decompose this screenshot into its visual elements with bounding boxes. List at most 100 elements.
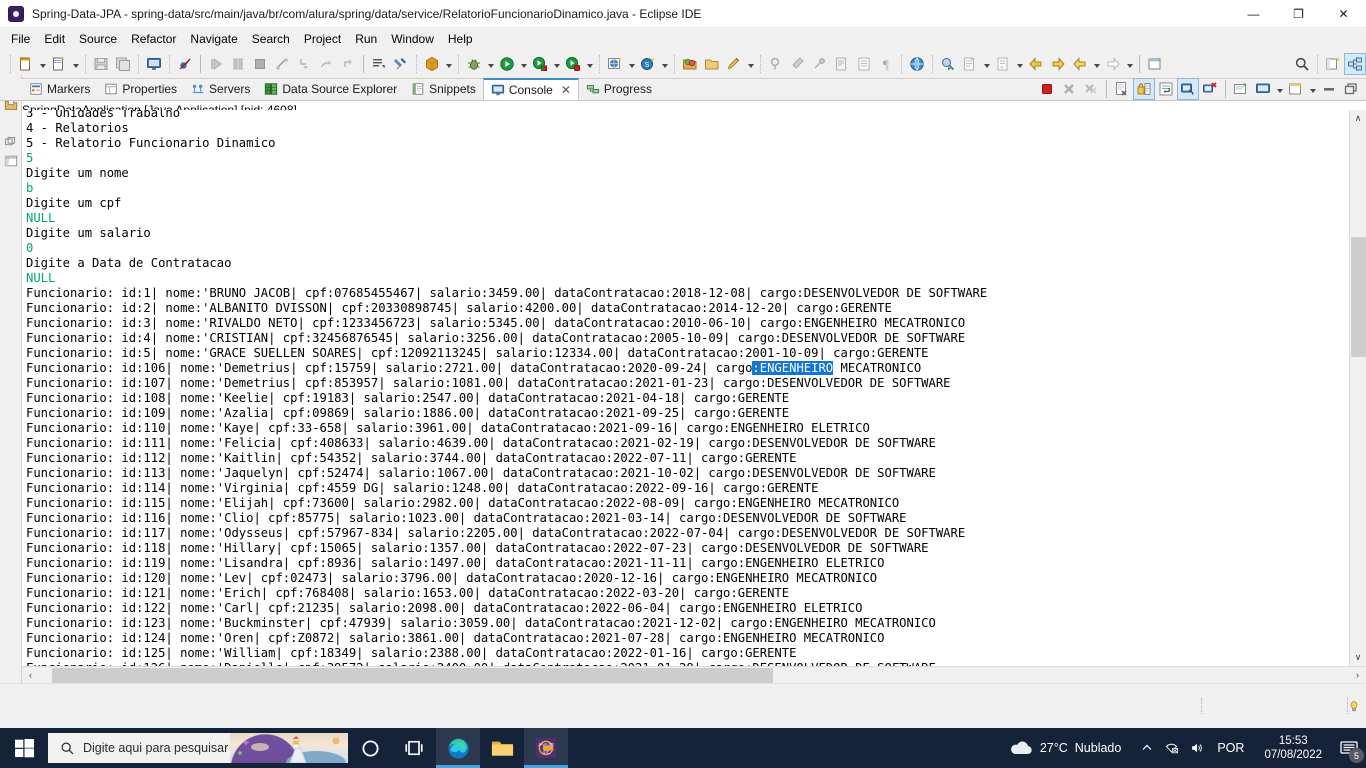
notification-icon[interactable]: 5 (1332, 728, 1366, 768)
scroll-left-button[interactable]: ‹ (22, 667, 39, 684)
tab-markers[interactable]: Markers (22, 78, 97, 100)
previous-edit-dropdown-icon[interactable] (1014, 53, 1025, 75)
terminate-console-icon[interactable] (1036, 78, 1058, 100)
menu-navigate[interactable]: Navigate (183, 30, 244, 48)
new-wizard-dropdown-icon[interactable] (37, 53, 48, 75)
console-vertical-scrollbar[interactable]: ∧ ∨ (1349, 110, 1366, 666)
volume-icon[interactable] (1184, 741, 1209, 755)
run-last-tool-icon[interactable] (562, 53, 584, 75)
new-web-project-dropdown-icon[interactable] (626, 53, 637, 75)
horizontal-scroll-thumb[interactable] (52, 667, 773, 683)
back-history-icon[interactable] (1025, 53, 1047, 75)
open-task-icon[interactable] (701, 53, 723, 75)
new-console-view-icon[interactable] (1285, 78, 1307, 100)
open-perspective-icon[interactable] (1322, 53, 1344, 75)
scroll-down-button[interactable]: ∨ (1350, 649, 1366, 666)
run-coverage-dropdown-icon[interactable] (551, 53, 562, 75)
show-console-on-output-icon[interactable] (1177, 78, 1199, 100)
menu-edit[interactable]: Edit (37, 30, 72, 48)
new-spring-starter-icon[interactable]: S (637, 53, 659, 75)
tab-snippets[interactable]: Snippets (404, 78, 483, 100)
tab-properties[interactable]: Properties (97, 78, 184, 100)
maven-build-icon[interactable] (421, 53, 443, 75)
tip-of-the-day-icon[interactable] (1348, 699, 1360, 714)
new-java-class-icon[interactable] (48, 53, 70, 75)
tab-console[interactable]: Console ✕ (482, 78, 579, 100)
show-console-on-error-icon[interactable] (1199, 78, 1221, 100)
menu-run[interactable]: Run (348, 30, 384, 48)
tab-data-source-explorer[interactable]: Data Source Explorer (257, 78, 404, 100)
open-type-icon[interactable] (679, 53, 701, 75)
run-icon[interactable] (496, 53, 518, 75)
eclipse-ide-icon[interactable]: JAVA EE IDE (524, 728, 568, 768)
menu-refactor[interactable]: Refactor (124, 30, 183, 48)
microsoft-edge-icon[interactable] (436, 728, 480, 768)
weather-temperature[interactable]: 27°C (1040, 741, 1068, 755)
edit-task-icon[interactable] (723, 53, 745, 75)
maximize-button[interactable]: ❐ (1276, 0, 1321, 28)
run-last-tool-dropdown-icon[interactable] (584, 53, 595, 75)
restore-view-icon-bottom[interactable] (0, 131, 21, 151)
build-all-icon[interactable] (390, 53, 412, 75)
scroll-up-button[interactable]: ∧ (1350, 110, 1366, 127)
maximize-view-icon[interactable] (1340, 78, 1362, 100)
new-window-icon[interactable] (1144, 53, 1166, 75)
taskbar-clock[interactable]: 15:53 07/08/2022 (1254, 734, 1332, 762)
display-selected-console-dropdown-icon[interactable] (1274, 78, 1285, 100)
menu-help[interactable]: Help (441, 30, 480, 48)
minimize-view-icon[interactable] (1318, 78, 1340, 100)
chevron-up-icon[interactable] (1135, 742, 1159, 754)
cortana-icon[interactable] (348, 728, 392, 768)
weather-condition[interactable]: Nublado (1075, 741, 1122, 755)
new-java-class-dropdown-icon[interactable] (70, 53, 81, 75)
selected-text[interactable]: :ENGENHEIRO (752, 361, 834, 375)
outline-view-icon[interactable] (0, 151, 21, 171)
menu-project[interactable]: Project (297, 30, 348, 48)
search-references-icon[interactable] (937, 53, 959, 75)
console-horizontal-scrollbar[interactable]: ‹ › (22, 666, 1366, 683)
close-button[interactable]: ✕ (1321, 0, 1366, 28)
next-annotation-icon[interactable] (368, 53, 390, 75)
console-output[interactable]: 3 - Unidades Trabalho 4 - Relatorios 5 - R… (22, 110, 1349, 666)
skip-breakpoints-icon[interactable] (174, 53, 196, 75)
debug-dropdown-icon[interactable] (485, 53, 496, 75)
scroll-lock-icon[interactable] (1133, 78, 1155, 100)
run-dropdown-icon[interactable] (518, 53, 529, 75)
edit-task-dropdown-icon[interactable] (745, 53, 756, 75)
forward-history-icon[interactable] (1047, 53, 1069, 75)
menu-file[interactable]: File (4, 30, 37, 48)
run-coverage-icon[interactable] (529, 53, 551, 75)
forward-dropdown-icon[interactable] (1124, 53, 1135, 75)
open-browser-icon[interactable] (906, 53, 928, 75)
search-icon[interactable] (1291, 53, 1313, 75)
debug-icon[interactable] (463, 53, 485, 75)
last-edit-dropdown-icon[interactable] (981, 53, 992, 75)
task-view-icon[interactable] (392, 728, 436, 768)
clear-console-icon[interactable] (1111, 78, 1133, 100)
taskbar-search-input[interactable]: Digite aqui para pesquisar (48, 733, 348, 763)
display-selected-console-icon[interactable] (1252, 78, 1274, 100)
new-console-view-dropdown-icon[interactable] (1307, 78, 1318, 100)
open-console-icon[interactable] (1230, 78, 1252, 100)
windows-start-icon[interactable] (0, 728, 48, 768)
maven-build-dropdown-icon[interactable] (443, 53, 454, 75)
new-web-project-icon[interactable] (604, 53, 626, 75)
menu-search[interactable]: Search (245, 30, 297, 48)
menu-window[interactable]: Window (384, 30, 441, 48)
scroll-right-button[interactable]: › (1349, 667, 1366, 684)
network-disconnected-icon[interactable] (1159, 741, 1184, 755)
new-spring-starter-dropdown-icon[interactable] (659, 53, 670, 75)
menu-source[interactable]: Source (72, 30, 124, 48)
file-explorer-icon[interactable] (480, 728, 524, 768)
vertical-scroll-thumb[interactable] (1350, 237, 1366, 357)
java-ee-perspective-icon[interactable] (1344, 52, 1366, 75)
tab-progress[interactable]: Progress (579, 78, 659, 100)
word-wrap-icon[interactable] (1155, 78, 1177, 100)
input-language[interactable]: POR (1217, 741, 1244, 755)
tab-servers[interactable]: Servers (184, 78, 257, 100)
tab-console-close-icon[interactable]: ✕ (561, 83, 571, 97)
back-dropdown-icon[interactable] (1091, 53, 1102, 75)
minimize-button[interactable]: — (1231, 0, 1276, 28)
new-wizard-icon[interactable] (15, 53, 37, 75)
console-display-icon[interactable] (143, 53, 165, 75)
